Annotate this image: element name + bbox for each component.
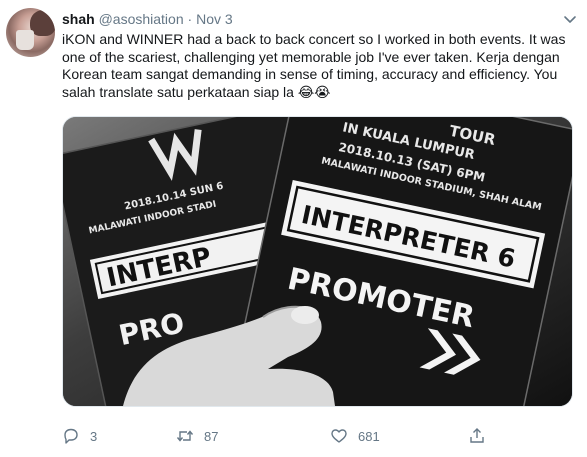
reply-button[interactable]: 3 <box>62 425 97 447</box>
tweet-emojis: 😂😭 <box>297 84 331 101</box>
avatar-cup <box>16 30 34 50</box>
tweet-photo[interactable]: 2018.10.14 SUN 6 MALAWATI INDOOR STADI I… <box>62 116 573 407</box>
display-name[interactable]: shah <box>62 11 95 27</box>
reply-count: 3 <box>90 428 98 444</box>
reply-icon <box>62 427 80 445</box>
share-icon <box>468 427 486 445</box>
tweet[interactable]: shah @asoshiation · Nov 3 iKON and WINNE… <box>0 0 587 457</box>
retweet-count: 87 <box>204 428 219 444</box>
tweet-header: shah @asoshiation · Nov 3 <box>62 10 233 28</box>
header-separator: · <box>187 11 193 27</box>
like-count: 681 <box>358 428 380 444</box>
retweet-button[interactable]: 87 <box>176 425 218 447</box>
front-pass-card: TOUR IN KUALA LUMPUR 2018.10.13 (SAT) 6P… <box>229 117 572 406</box>
share-button[interactable] <box>468 425 496 447</box>
tweet-timestamp[interactable]: Nov 3 <box>196 11 233 27</box>
avatar[interactable] <box>6 8 55 57</box>
like-button[interactable]: 681 <box>330 425 380 447</box>
chevron-down-icon[interactable] <box>561 10 579 28</box>
heart-icon <box>330 427 348 445</box>
tweet-actions: 3 87 681 <box>62 425 572 447</box>
user-handle[interactable]: @asoshiation <box>99 11 184 27</box>
tweet-text: iKON and WINNER had a back to back conce… <box>62 31 572 102</box>
retweet-icon <box>176 427 194 445</box>
